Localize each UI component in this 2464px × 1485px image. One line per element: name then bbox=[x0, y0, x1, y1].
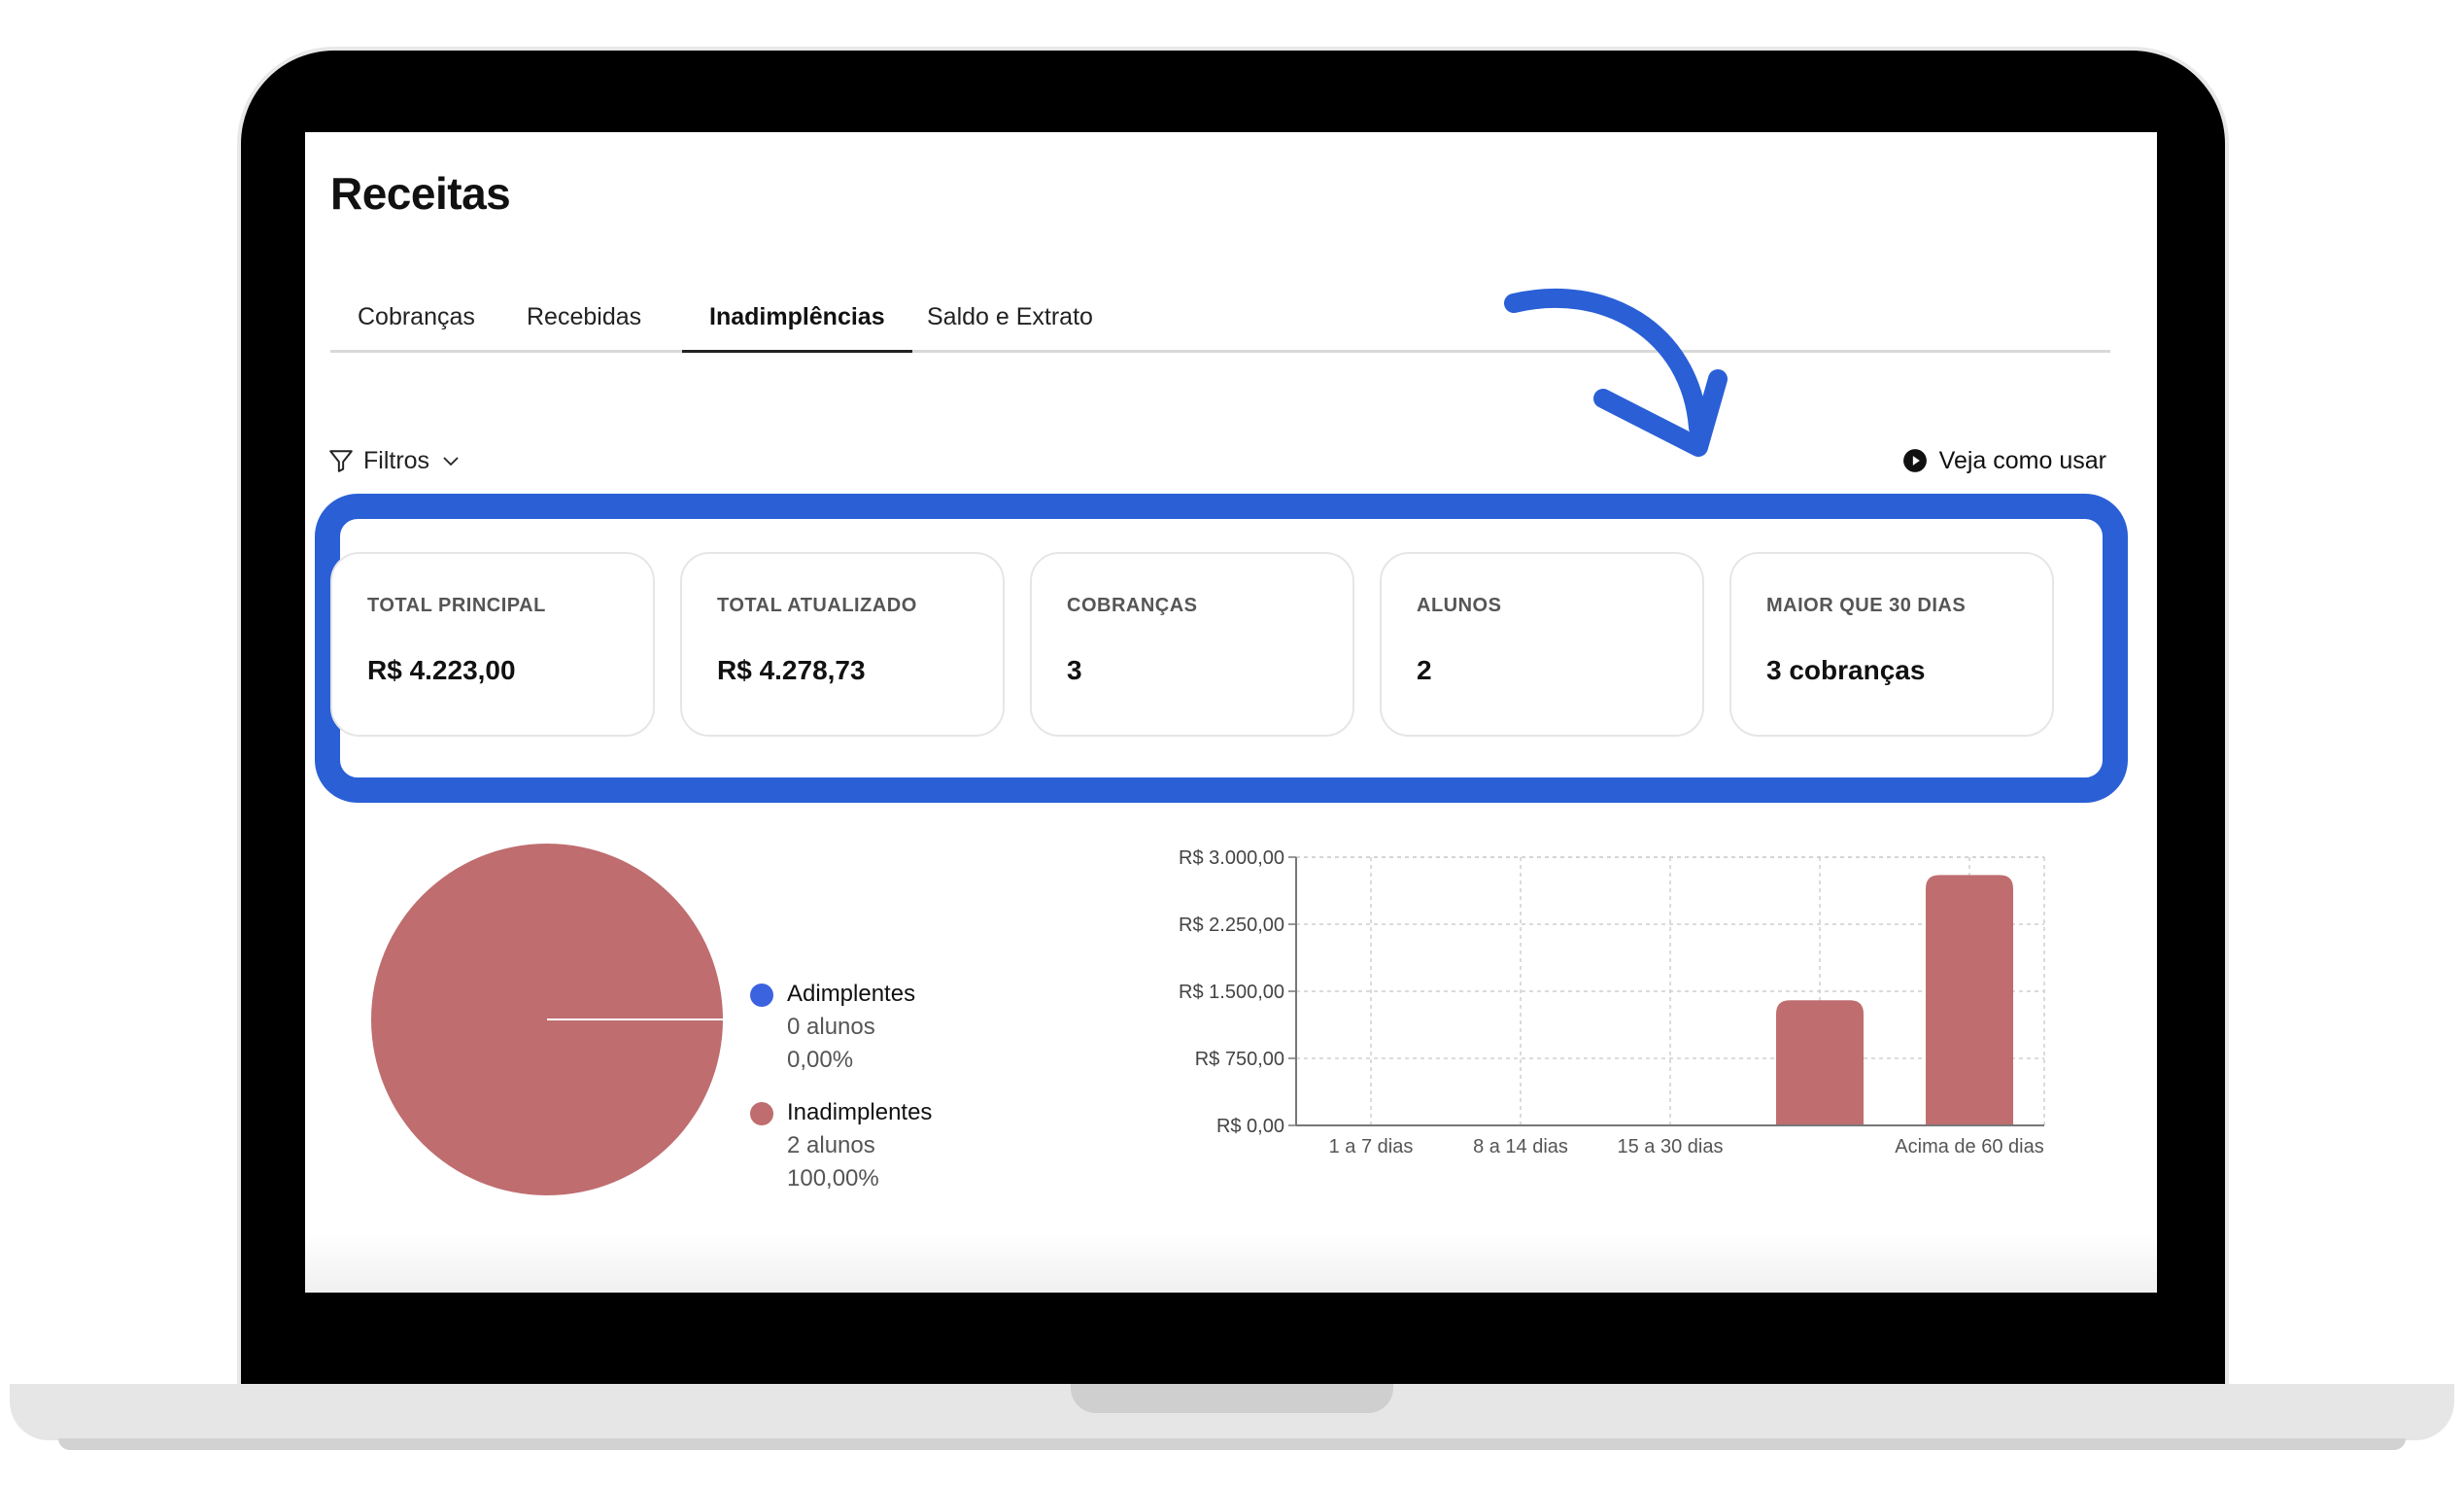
laptop-notch bbox=[1071, 1384, 1393, 1413]
legend-item-inadimplentes: Inadimplentes 2 alunos 100,00% bbox=[750, 1096, 932, 1195]
app-screen: Receitas Cobranças Recebidas Inadimplênc… bbox=[305, 132, 2157, 1293]
x-tick-label: 1 a 7 dias bbox=[1329, 1136, 1414, 1157]
curved-arrow-icon bbox=[1504, 288, 1728, 457]
card-value: 3 bbox=[1067, 655, 1082, 685]
legend-count: 0 alunos bbox=[787, 1014, 875, 1040]
tab-bar: Cobranças Recebidas Inadimplências Saldo… bbox=[330, 295, 2110, 353]
legend-percent: 0,00% bbox=[787, 1047, 854, 1073]
card-alunos: ALUNOS 2 bbox=[1380, 552, 1704, 737]
tab-inadimplencias[interactable]: Inadimplências bbox=[682, 295, 912, 353]
card-label: ALUNOS bbox=[1417, 595, 1502, 616]
filter-icon bbox=[329, 450, 353, 472]
bar-unlabeled-3 bbox=[1776, 1000, 1864, 1125]
bar-chart: R$ 0,00 R$ 750,00 R$ 1.500,00 R$ 2.250,00 R$… bbox=[1179, 847, 2045, 1157]
card-label: TOTAL PRINCIPAL bbox=[367, 595, 546, 616]
card-value: 2 bbox=[1417, 655, 1432, 685]
filters-label: Filtros bbox=[363, 446, 430, 474]
card-total-atualizado: TOTAL ATUALIZADO R$ 4.278,73 bbox=[680, 552, 1005, 737]
y-tick-label: R$ 1.500,00 bbox=[1179, 982, 1284, 1003]
pie-chart bbox=[371, 844, 723, 1195]
card-label: COBRANÇAS bbox=[1067, 595, 1198, 616]
y-tick-label: R$ 3.000,00 bbox=[1179, 847, 1284, 869]
filters-toggle[interactable]: Filtros bbox=[328, 441, 462, 480]
legend-dot bbox=[750, 1102, 773, 1125]
play-circle-icon bbox=[1902, 449, 1927, 472]
tab-cobrancas[interactable]: Cobranças bbox=[330, 295, 502, 350]
x-tick-label: Acima de 60 dias bbox=[1895, 1136, 2043, 1157]
card-label: TOTAL ATUALIZADO bbox=[717, 595, 917, 616]
summary-cards: TOTAL PRINCIPAL R$ 4.223,00 TOTAL ATUALI… bbox=[330, 552, 2079, 739]
x-tick-label: 15 a 30 dias bbox=[1618, 1136, 1724, 1157]
card-value: 3 cobranças bbox=[1766, 655, 1926, 685]
card-maior-30-dias: MAIOR QUE 30 DIAS 3 cobranças bbox=[1729, 552, 2054, 737]
legend-count: 2 alunos bbox=[787, 1132, 875, 1158]
bar-acima-de-60-dias bbox=[1926, 875, 2013, 1125]
card-total-principal: TOTAL PRINCIPAL R$ 4.223,00 bbox=[330, 552, 655, 737]
card-label: MAIOR QUE 30 DIAS bbox=[1766, 595, 1967, 616]
card-cobrancas: COBRANÇAS 3 bbox=[1030, 552, 1354, 737]
legend-percent: 100,00% bbox=[787, 1165, 879, 1191]
card-value: R$ 4.223,00 bbox=[367, 655, 516, 685]
legend-dot bbox=[750, 984, 773, 1007]
chevron-down-icon bbox=[443, 457, 459, 466]
legend-name: Inadimplentes bbox=[787, 1099, 933, 1125]
y-tick-label: R$ 2.250,00 bbox=[1179, 915, 1284, 936]
help-video-link[interactable]: Veja como usar bbox=[1902, 441, 2106, 480]
pie-legend: Adimplentes 0 alunos 0,00% Inadimplentes… bbox=[750, 978, 932, 1215]
x-tick-label: 8 a 14 dias bbox=[1473, 1136, 1568, 1157]
tab-saldo-extrato[interactable]: Saldo e Extrato bbox=[900, 295, 1120, 350]
y-tick-label: R$ 0,00 bbox=[1216, 1116, 1284, 1137]
screen-fade bbox=[305, 1234, 2157, 1293]
help-label: Veja como usar bbox=[1938, 446, 2106, 474]
page-title: Receitas bbox=[330, 168, 511, 219]
laptop-base-shadow bbox=[58, 1438, 2406, 1450]
tab-recebidas[interactable]: Recebidas bbox=[499, 295, 668, 350]
card-value: R$ 4.278,73 bbox=[717, 655, 866, 685]
legend-name: Adimplentes bbox=[787, 981, 916, 1007]
y-tick-label: R$ 750,00 bbox=[1195, 1049, 1284, 1070]
legend-item-adimplentes: Adimplentes 0 alunos 0,00% bbox=[750, 978, 932, 1077]
